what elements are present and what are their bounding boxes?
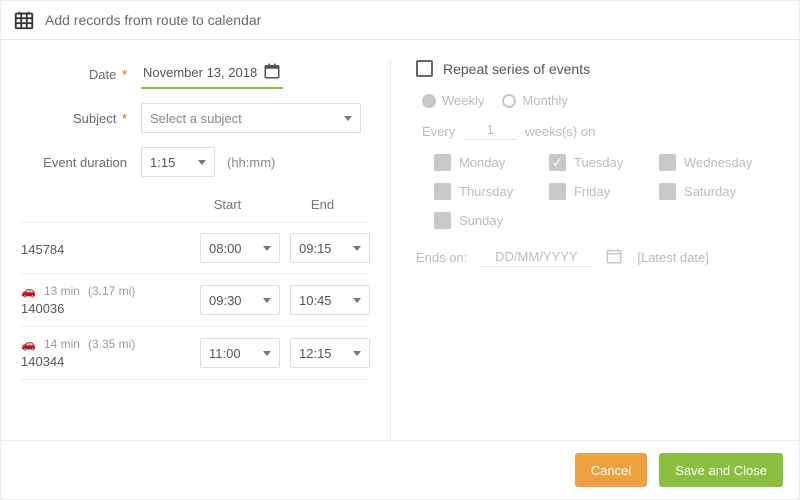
calendar-picker-icon[interactable]: [605, 247, 623, 268]
every-unit: weeks(s) on: [525, 124, 595, 139]
dialog-title: Add records from route to calendar: [45, 12, 261, 28]
travel-dist: (3.35 mi): [88, 337, 135, 351]
end-select[interactable]: 12:15: [290, 338, 370, 368]
radio-weekly[interactable]: [422, 94, 436, 108]
days-grid: Monday ✓ Tuesday Wednesday Thursday Frida…: [434, 154, 779, 229]
chevron-down-icon: [263, 246, 271, 251]
day-label: Friday: [574, 184, 610, 199]
every-row: Every 1 weeks(s) on: [422, 122, 779, 140]
car-icon: 🚗: [21, 284, 36, 298]
subject-placeholder: Select a subject: [150, 111, 242, 126]
travel-meta: 🚗 13 min (3.17 mi): [21, 284, 200, 298]
end-value: 10:45: [299, 293, 332, 308]
duration-select[interactable]: 1:15: [141, 147, 215, 177]
duration-label: Event duration: [21, 155, 141, 170]
subject-row: Subject * Select a subject: [21, 103, 370, 133]
end-select[interactable]: 09:15: [290, 233, 370, 263]
chevron-down-icon: [344, 116, 352, 121]
day-monday[interactable]: Monday: [434, 154, 549, 171]
start-select[interactable]: 08:00: [200, 233, 280, 263]
repeat-options: Weekly Monthly Every 1 weeks(s) on Monda…: [416, 93, 779, 268]
chevron-down-icon: [263, 298, 271, 303]
chevron-down-icon: [198, 160, 206, 165]
duration-hint: (hh:mm): [227, 155, 275, 170]
date-label: Date *: [21, 67, 141, 82]
subject-label: Subject *: [21, 111, 141, 126]
day-label: Sunday: [459, 213, 503, 228]
every-label: Every: [422, 124, 455, 139]
day-label: Wednesday: [684, 155, 752, 170]
day-label: Thursday: [459, 184, 513, 199]
required-asterisk: *: [118, 67, 127, 82]
travel-mins: 13 min: [44, 284, 80, 298]
day-sunday[interactable]: Sunday: [434, 212, 549, 229]
duration-row: Event duration 1:15 (hh:mm): [21, 147, 370, 177]
calendar-picker-icon[interactable]: [263, 62, 281, 83]
start-value: 09:30: [209, 293, 242, 308]
subject-select[interactable]: Select a subject: [141, 103, 361, 133]
start-select[interactable]: 09:30: [200, 285, 280, 315]
chevron-down-icon: [263, 351, 271, 356]
cancel-button[interactable]: Cancel: [575, 453, 647, 487]
dialog-footer: Cancel Save and Close: [1, 440, 799, 499]
day-label: Saturday: [684, 184, 736, 199]
day-saturday[interactable]: Saturday: [659, 183, 779, 200]
start-select[interactable]: 11:00: [200, 338, 280, 368]
chevron-down-icon: [353, 298, 361, 303]
day-tuesday[interactable]: ✓ Tuesday: [549, 154, 659, 171]
latest-date-link[interactable]: [Latest date]: [637, 250, 709, 265]
repeat-label: Repeat series of events: [443, 61, 590, 77]
table-row: 🚗 13 min (3.17 mi) 140036 09:30 10:45: [21, 274, 370, 327]
start-value: 08:00: [209, 241, 242, 256]
freq-monthly-label: Monthly: [522, 93, 568, 108]
record-id: 140344: [21, 354, 200, 369]
date-value: November 13, 2018: [143, 65, 257, 80]
date-input[interactable]: November 13, 2018: [141, 60, 283, 89]
dialog: Add records from route to calendar Date …: [0, 0, 800, 500]
end-value: 09:15: [299, 241, 332, 256]
required-asterisk: *: [118, 111, 127, 126]
every-input[interactable]: 1: [465, 122, 515, 140]
day-friday[interactable]: Friday: [549, 183, 659, 200]
day-label: Tuesday: [574, 155, 623, 170]
travel-dist: (3.17 mi): [88, 284, 135, 298]
subject-label-text: Subject: [73, 111, 116, 126]
travel-mins: 14 min: [44, 337, 80, 351]
date-label-text: Date: [89, 67, 116, 82]
repeat-checkbox[interactable]: [416, 60, 433, 77]
ends-label: Ends on:: [416, 250, 467, 265]
ends-row: Ends on: DD/MM/YYYY [Latest date]: [416, 247, 779, 268]
chevron-down-icon: [353, 351, 361, 356]
duration-value: 1:15: [150, 155, 175, 170]
repeat-row: Repeat series of events: [416, 60, 779, 77]
day-wednesday[interactable]: Wednesday: [659, 154, 779, 171]
right-panel: Repeat series of events Weekly Monthly E…: [391, 60, 799, 440]
end-select[interactable]: 10:45: [290, 285, 370, 315]
dialog-body: Date * November 13, 2018: [1, 40, 799, 440]
start-header: Start: [180, 197, 275, 212]
end-value: 12:15: [299, 346, 332, 361]
car-icon: 🚗: [21, 337, 36, 351]
radio-monthly[interactable]: [502, 94, 516, 108]
table-row: 🚗 14 min (3.35 mi) 140344 11:00 12:15: [21, 327, 370, 380]
freq-weekly-label: Weekly: [442, 93, 484, 108]
table-row: 145784 08:00 09:15: [21, 223, 370, 274]
calendar-icon: [13, 9, 35, 31]
chevron-down-icon: [353, 246, 361, 251]
titlebar: Add records from route to calendar: [1, 1, 799, 40]
save-button[interactable]: Save and Close: [659, 453, 783, 487]
day-label: Monday: [459, 155, 505, 170]
freq-row: Weekly Monthly: [422, 93, 779, 108]
record-id: 145784: [21, 242, 200, 257]
left-panel: Date * November 13, 2018: [1, 60, 391, 440]
day-thursday[interactable]: Thursday: [434, 183, 549, 200]
travel-meta: 🚗 14 min (3.35 mi): [21, 337, 200, 351]
start-value: 11:00: [209, 346, 241, 361]
date-row: Date * November 13, 2018: [21, 60, 370, 89]
table-header: Start End: [21, 191, 370, 223]
end-header: End: [275, 197, 370, 212]
ends-input[interactable]: DD/MM/YYYY: [481, 249, 591, 267]
record-id: 140036: [21, 301, 200, 316]
check-icon: ✓: [549, 154, 566, 171]
